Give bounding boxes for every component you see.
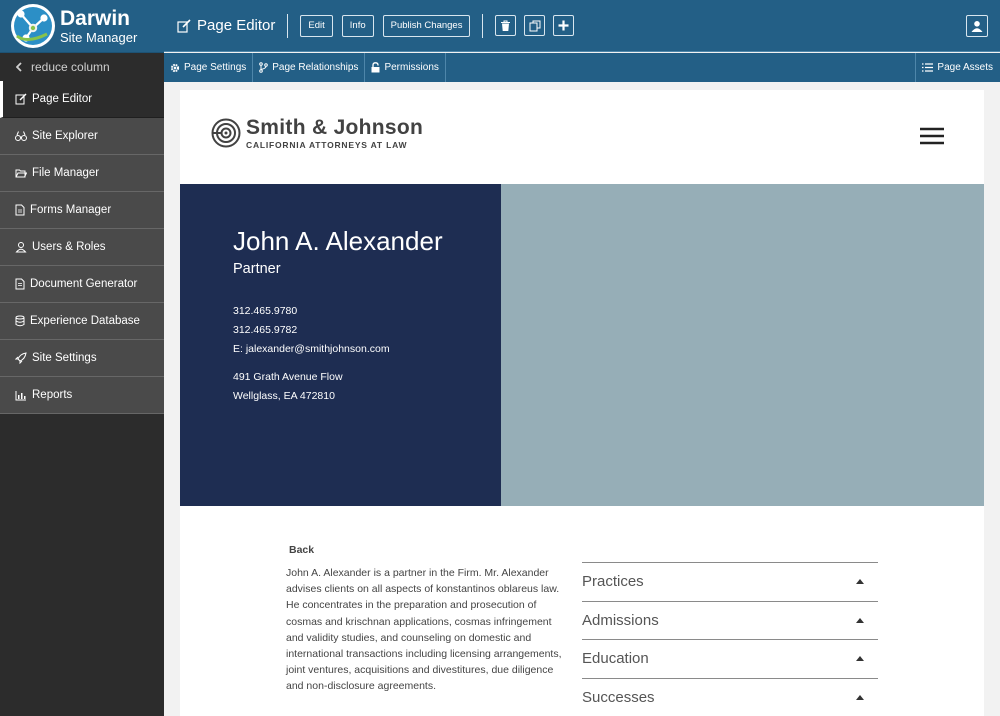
sidebar-item-file-manager[interactable]: File Manager: [0, 155, 164, 192]
address-line-2: Wellglass, EA 472810: [233, 390, 335, 402]
user-account-button[interactable]: [966, 15, 988, 37]
sidebar-item-document-generator[interactable]: Document Generator: [0, 266, 164, 303]
file-text-icon: [15, 204, 25, 216]
page-preview: Smith & Johnson CALIFORNIA ATTORNEYS AT …: [180, 90, 984, 716]
sidebar-item-label: Experience Database: [30, 315, 140, 327]
branch-icon: [259, 62, 272, 73]
accordion-item-practices[interactable]: Practices: [582, 562, 878, 601]
accordion-label: Successes: [582, 689, 655, 707]
reduce-column-label: reduce column: [31, 60, 110, 74]
profile-hero: John A. Alexander Partner 312.465.9780 3…: [180, 184, 984, 506]
person-title: Partner: [233, 261, 281, 277]
user-icon: [15, 241, 27, 253]
duplicate-button[interactable]: [524, 15, 546, 36]
accordion-label: Practices: [582, 573, 644, 591]
gear-icon: [170, 63, 184, 73]
tab-label: Page Relationships: [272, 62, 359, 73]
trash-icon: [500, 20, 511, 32]
sidebar-item-label: File Manager: [32, 167, 100, 179]
brand-header: Darwin Site Manager: [0, 0, 164, 53]
sidebar-item-label: Document Generator: [30, 278, 138, 290]
toolbar-divider: [287, 13, 289, 38]
plus-icon: [558, 20, 569, 31]
menu-icon[interactable]: [920, 127, 944, 145]
caret-up-icon: [856, 579, 864, 585]
email-link[interactable]: E: jalexander@smithjohnson.com: [233, 343, 390, 355]
accordion-label: Admissions: [582, 611, 659, 629]
binoculars-icon: [15, 130, 27, 142]
app-subtitle: Site Manager: [60, 30, 138, 45]
accordion: Practices Admissions Education Successes: [582, 562, 878, 716]
accordion-label: Education: [582, 650, 649, 668]
sidebar-item-forms-manager[interactable]: Forms Manager: [0, 192, 164, 229]
accordion-item-education[interactable]: Education: [582, 639, 878, 678]
firm-logo[interactable]: Smith & Johnson CALIFORNIA ATTORNEYS AT …: [211, 117, 423, 150]
top-toolbar: Page Editor Edit Info Publish Changes: [164, 0, 1000, 52]
page-subtabs: Page Settings Page Relationships Permiss…: [164, 53, 1000, 82]
caret-up-icon: [856, 695, 864, 701]
site-header: Smith & Johnson CALIFORNIA ATTORNEYS AT …: [180, 90, 984, 184]
list-icon: [922, 63, 937, 72]
database-icon: [15, 315, 25, 327]
firm-tagline: CALIFORNIA ATTORNEYS AT LAW: [246, 140, 408, 150]
sidebar-item-label: Users & Roles: [32, 241, 106, 253]
bio-text: John A. Alexander is a partner in the Fi…: [286, 567, 562, 693]
accordion-item-successes[interactable]: Successes: [582, 677, 878, 716]
add-page-button[interactable]: [553, 15, 575, 36]
tab-page-relationships[interactable]: Page Relationships: [253, 53, 366, 82]
caret-up-icon: [856, 656, 864, 662]
toolbar-divider: [482, 13, 484, 38]
folder-open-icon: [15, 168, 27, 179]
bar-chart-icon: [15, 390, 27, 401]
editor-canvas: Smith & Johnson CALIFORNIA ATTORNEYS AT …: [164, 82, 1000, 716]
firm-name: Smith & Johnson: [246, 116, 424, 139]
sidebar-item-site-explorer[interactable]: Site Explorer: [0, 118, 164, 155]
profile-info-panel: John A. Alexander Partner 312.465.9780 3…: [180, 184, 501, 506]
darwin-logo-icon: [11, 4, 55, 48]
delete-button[interactable]: [495, 15, 517, 36]
sidebar-item-label: Reports: [32, 389, 73, 401]
sidebar-item-experience-database[interactable]: Experience Database: [0, 303, 164, 340]
tab-page-settings[interactable]: Page Settings: [164, 53, 254, 82]
sidebar-item-label: Site Settings: [32, 352, 97, 364]
edit-icon: [177, 18, 197, 33]
file-icon: [15, 278, 25, 290]
sidebar-item-label: Site Explorer: [32, 130, 98, 142]
tab-label: Page Assets: [937, 62, 993, 73]
sidebar-item-site-settings[interactable]: Site Settings: [0, 340, 164, 377]
reduce-column-toggle[interactable]: reduce column: [0, 53, 164, 81]
profile-photo: [501, 184, 984, 506]
app-name: Darwin: [60, 7, 131, 30]
address-line-1: 491 Grath Avenue Flow: [233, 371, 343, 383]
toolbar-title-label: Page Editor: [197, 17, 276, 34]
sidebar: Darwin Site Manager reduce column Page E…: [0, 0, 164, 716]
person-name: John A. Alexander: [233, 226, 443, 256]
user-icon: [971, 20, 983, 32]
tab-label: Permissions: [384, 62, 439, 73]
caret-up-icon: [856, 617, 864, 623]
chevron-left-icon: [16, 62, 22, 72]
edit-icon: [15, 93, 27, 105]
rocket-icon: [15, 352, 27, 364]
edit-button[interactable]: Edit: [300, 14, 333, 37]
page-editor-title: Page Editor: [177, 17, 275, 34]
tab-permissions[interactable]: Permissions: [365, 53, 446, 82]
accordion-item-admissions[interactable]: Admissions: [582, 600, 878, 640]
sidebar-item-label: Page Editor: [32, 93, 93, 105]
copy-icon: [529, 20, 541, 32]
publish-changes-button[interactable]: Publish Changes: [382, 14, 471, 37]
phone-secondary: 312.465.9782: [233, 324, 298, 336]
sidebar-item-users-roles[interactable]: Users & Roles: [0, 229, 164, 266]
info-button[interactable]: Info: [341, 14, 374, 37]
phone-primary: 312.465.9780: [233, 305, 298, 317]
sidebar-item-reports[interactable]: Reports: [0, 377, 164, 414]
lock-icon: [371, 62, 384, 73]
target-logo-icon: [211, 118, 241, 148]
tab-page-assets[interactable]: Page Assets: [915, 53, 1000, 82]
sidebar-item-label: Forms Manager: [30, 204, 112, 216]
back-link[interactable]: Back: [289, 544, 314, 556]
tab-label: Page Settings: [184, 62, 247, 73]
sidebar-item-page-editor[interactable]: Page Editor: [0, 81, 164, 118]
